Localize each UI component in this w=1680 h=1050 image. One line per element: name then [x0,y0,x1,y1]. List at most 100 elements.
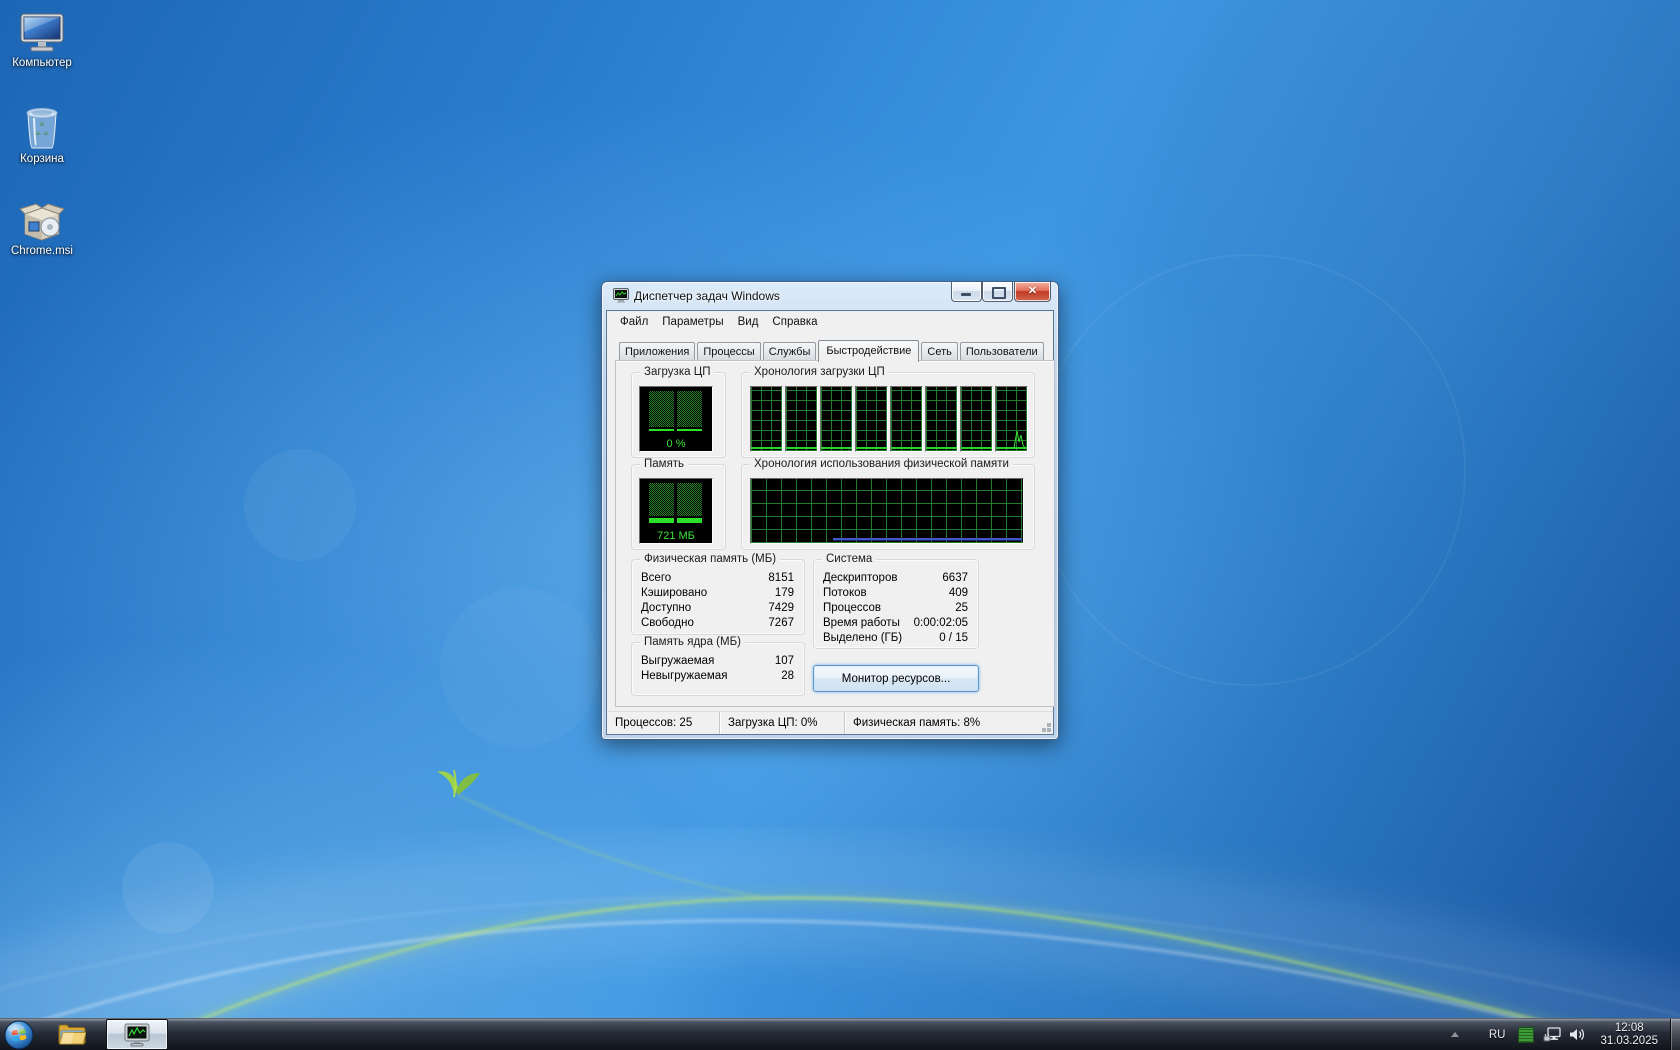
resize-grip[interactable] [1047,728,1051,732]
stat-value: 25 [955,601,968,616]
taskbar-task-manager-button[interactable] [106,1019,168,1050]
cpu-core-history-graph [890,386,923,452]
taskbar-explorer-button[interactable] [50,1020,94,1050]
stat-row: Всего 8151 [632,571,804,586]
system-tray: RU 12:08 31.03.2025 [1451,1019,1680,1050]
desktop-icon-label: Chrome.msi [0,245,84,257]
clock[interactable]: 12:08 31.03.2025 [1600,1022,1658,1048]
desktop-icon-computer[interactable]: Компьютер [0,12,84,69]
led-texture [677,483,702,516]
resource-monitor-button[interactable]: Монитор ресурсов... [813,665,979,692]
maximize-icon [992,287,1006,299]
menu-view[interactable]: Вид [731,314,766,330]
memory-usage-gauge: 721 МБ [639,478,713,544]
stat-value: 7429 [768,601,794,616]
stat-value: 409 [949,586,968,601]
memory-usage-level [649,518,702,523]
cpu-core-history-graph [820,386,853,452]
stat-label: Потоков [823,586,867,601]
tray-date: 31.03.2025 [1600,1035,1658,1048]
tab-performance[interactable]: Быстродействие [818,340,919,362]
language-indicator[interactable]: RU [1489,1029,1506,1041]
cpu-core-history-graph [785,386,818,452]
stat-label: Кэшировано [641,586,707,601]
tab-services[interactable]: Службы [763,342,817,361]
stat-label: Выделено (ГБ) [823,631,902,646]
memory-gauge-group: Память 721 МБ [631,464,726,550]
cpu-activity-spike [1013,425,1027,451]
status-memory: Физическая память: 8% [845,712,1053,734]
cpu-gauge-group: Загрузка ЦП 0 % [631,372,726,458]
cpu-core-history-graph [925,386,958,452]
stat-row: Невыгружаемая28 [632,669,804,684]
desktop-icon-label: Корзина [0,153,84,165]
group-title: Загрузка ЦП [640,366,714,378]
cpu-core-history-graph [750,386,783,452]
cpu-usage-level [649,429,702,431]
stat-value: 8151 [768,571,794,586]
stat-row: Кэшировано179 [632,586,804,601]
task-manager-tray-icon[interactable] [1518,1027,1534,1043]
title-bar[interactable]: Диспетчер задач Windows [602,282,1058,310]
stat-row: Потоков 409 [814,586,978,601]
menu-options[interactable]: Параметры [655,314,730,330]
stat-label: Всего [641,571,671,586]
task-manager-app-icon [613,288,629,303]
cpu-core-history-graph [960,386,993,452]
physical-memory-group: Физическая память (МБ) Всего8151 Кэширов… [631,559,805,635]
cpu-usage-gauge: 0 % [639,386,713,452]
show-desktop-button[interactable] [1670,1019,1680,1050]
stat-rows: Всего8151 Кэшировано179 Доступно7429 Сво… [632,571,804,631]
window-title: Диспетчер задач Windows [634,289,780,303]
group-title: Память [640,458,688,470]
led-texture [649,391,674,427]
memory-usage-line [833,538,1022,540]
task-manager-icon [124,1023,150,1047]
menu-help[interactable]: Справка [765,314,824,330]
stat-row: Выделено (ГБ)0 / 15 [814,631,978,646]
wallpaper-sprout [437,770,480,797]
minimize-button[interactable] [951,282,982,302]
tab-strip: Приложения Процессы Службы Быстродействи… [619,337,1047,361]
network-icon[interactable] [1543,1027,1561,1043]
window-client-area: Файл Параметры Вид Справка Приложения Пр… [606,310,1054,735]
status-cpu: Загрузка ЦП: 0% [720,712,845,734]
stat-rows: Выгружаемая107 Невыгружаемая28 [632,654,804,684]
tab-processes[interactable]: Процессы [697,342,760,361]
tab-networking[interactable]: Сеть [921,342,957,361]
minimize-icon [961,293,971,296]
tab-users[interactable]: Пользователи [960,342,1044,361]
desktop-icon-recycle-bin[interactable]: Корзина [0,104,84,165]
maximize-button[interactable] [982,282,1013,302]
task-manager-window: Диспетчер задач Windows Файл Параметры В… [601,281,1059,740]
status-bar: Процессов: 25 Загрузка ЦП: 0% Физическая… [607,711,1053,734]
stat-value: 107 [775,654,794,669]
menu-file[interactable]: Файл [613,314,655,330]
group-title: Система [822,553,876,565]
taskbar: RU 12:08 31.03.2025 [0,1018,1680,1050]
menu-bar: Файл Параметры Вид Справка [607,311,1053,333]
start-button[interactable] [2,1020,36,1050]
led-texture [649,483,674,516]
desktop-icon-chrome-msi[interactable]: Chrome.msi [0,198,84,257]
group-title: Физическая память (МБ) [640,553,780,565]
memory-history-group: Хронология использования физической памя… [741,464,1035,550]
stat-rows: Дескрипторов6637 Потоков409 Процессов25 … [814,571,978,646]
tab-applications[interactable]: Приложения [619,342,695,361]
performance-tab-page: Загрузка ЦП 0 % Хронология загрузки ЦП [615,360,1055,707]
show-hidden-icons-button[interactable] [1451,1032,1459,1037]
recycle-bin-icon [22,104,62,150]
volume-icon[interactable] [1569,1027,1586,1042]
status-processes: Процессов: 25 [607,712,720,734]
stat-value: 6637 [942,571,968,586]
installer-package-icon [19,198,65,242]
stat-value: 28 [781,669,794,684]
system-group: Система Дескрипторов6637 Потоков409 Проц… [813,559,979,649]
windows-logo-icon [4,1020,34,1050]
stat-label: Дескрипторов [823,571,897,586]
tray-time: 12:08 [1600,1022,1658,1035]
cpu-core-history-graph [855,386,888,452]
led-texture [677,391,702,427]
close-button[interactable] [1014,282,1051,302]
stat-row: Выгружаемая107 [632,654,804,669]
